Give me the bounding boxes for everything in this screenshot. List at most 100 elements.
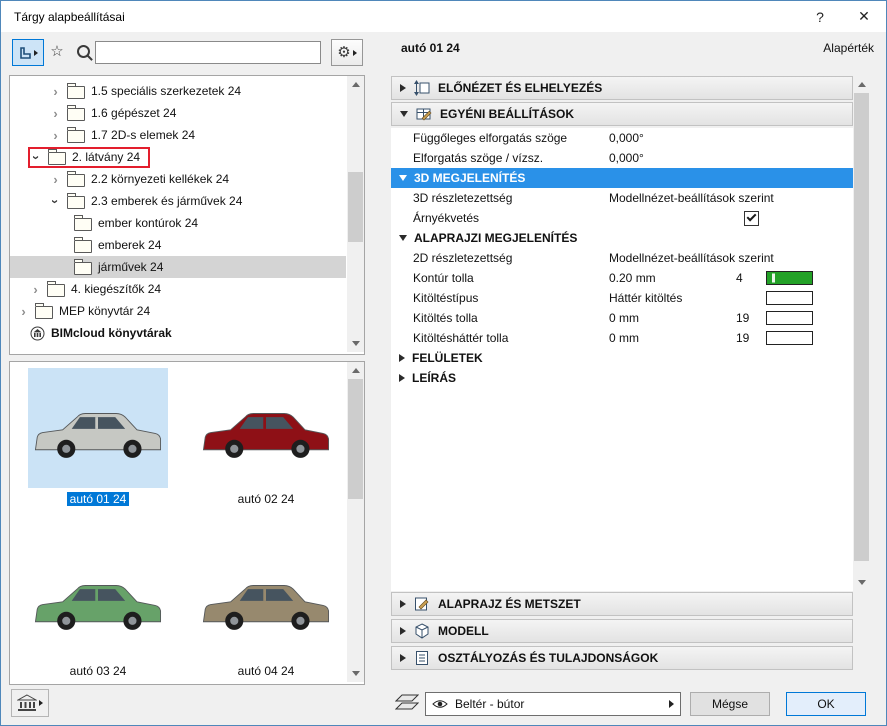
thumbnail-image[interactable] bbox=[28, 368, 168, 488]
param-row-fill-pen[interactable]: Kitöltés tolla 0 mm 19 bbox=[391, 308, 853, 328]
param-row-contour-pen[interactable]: Kontúr tolla 0.20 mm 4 bbox=[391, 268, 853, 288]
folder-view-button[interactable] bbox=[12, 39, 44, 66]
scroll-down-icon[interactable] bbox=[347, 665, 364, 682]
chevron-right-icon bbox=[400, 84, 406, 92]
thumbnail-auto-04[interactable]: autó 04 24 bbox=[196, 540, 336, 678]
tree-item[interactable]: › 1.5 speciális szerkezetek 24 bbox=[10, 80, 346, 102]
tree-item-label: 1.7 2D-s elemek 24 bbox=[91, 128, 195, 142]
tree-item-latvany[interactable]: › 2. látvány 24 bbox=[10, 146, 346, 168]
favorites-button[interactable]: ☆ bbox=[45, 39, 69, 64]
param-row[interactable]: 3D részletezettség Modellnézet-beállítás… bbox=[391, 188, 853, 208]
param-row[interactable]: 2D részletezettség Modellnézet-beállítás… bbox=[391, 248, 853, 268]
layer-selector[interactable]: Beltér - bútor bbox=[425, 692, 681, 716]
param-group-label: 3D MEGJELENÍTÉS bbox=[414, 171, 525, 185]
search-input[interactable] bbox=[95, 41, 321, 64]
tree-item[interactable]: emberek 24 bbox=[10, 234, 346, 256]
param-group-floorplan-display[interactable]: ALAPRAJZI MEGJELENÍTÉS bbox=[391, 228, 853, 248]
chevron-right-icon[interactable]: › bbox=[50, 128, 61, 143]
tree-item-selected[interactable]: járművek 24 bbox=[10, 256, 346, 278]
tree-item-bimcloud[interactable]: BIMcloud könyvtárak bbox=[10, 322, 346, 344]
param-group-label: ALAPRAJZI MEGJELENÍTÉS bbox=[414, 231, 577, 245]
thumbnail-label[interactable]: autó 03 24 bbox=[28, 664, 168, 678]
tree-scrollbar[interactable] bbox=[347, 76, 364, 352]
search-button[interactable] bbox=[72, 39, 94, 64]
chevron-down-icon[interactable]: › bbox=[29, 152, 44, 163]
tree-item-label: ember kontúrok 24 bbox=[98, 216, 198, 230]
chevron-right-icon bbox=[400, 627, 406, 635]
param-group-description[interactable]: LEÍRÁS bbox=[391, 368, 853, 388]
section-preview-placement[interactable]: ELŐNÉZET ÉS ELHELYEZÉS bbox=[391, 76, 853, 100]
default-settings-stamp-button[interactable] bbox=[11, 689, 49, 717]
section-custom-settings[interactable]: EGYÉNI BEÁLLÍTÁSOK bbox=[391, 102, 853, 126]
thumbnail-auto-03[interactable]: autó 03 24 bbox=[28, 540, 168, 678]
settings-button[interactable]: ⚙ bbox=[331, 39, 363, 66]
thumbnail-image[interactable] bbox=[196, 368, 336, 488]
library-thumbnails: autó 01 24 autó 02 24 bbox=[9, 361, 365, 685]
tree-item[interactable]: › 2.3 emberek és járművek 24 bbox=[10, 190, 346, 212]
thumbnail-label[interactable]: autó 04 24 bbox=[196, 664, 336, 678]
tree-item[interactable]: › MEP könyvtár 24 bbox=[10, 300, 346, 322]
thumbnail-auto-02[interactable]: autó 02 24 bbox=[196, 368, 336, 506]
tree-item-label: 1.5 speciális szerkezetek 24 bbox=[91, 84, 241, 98]
document-list-icon bbox=[414, 650, 430, 666]
thumbnail-image[interactable] bbox=[196, 540, 336, 660]
layer-name: Beltér - bútor bbox=[455, 697, 524, 711]
tree-item[interactable]: › 1.6 gépészet 24 bbox=[10, 102, 346, 124]
chevron-right-icon[interactable]: › bbox=[18, 304, 29, 319]
selected-object-name: autó 01 24 bbox=[401, 41, 460, 55]
folder-icon bbox=[47, 284, 65, 297]
param-row[interactable]: Elforgatás szöge / vízsz. 0,000° bbox=[391, 148, 853, 168]
dialog-title: Tárgy alapbeállításai bbox=[14, 10, 125, 24]
tree-item[interactable]: › 4. kiegészítők 24 bbox=[10, 278, 346, 300]
tree-item-label: járművek 24 bbox=[98, 260, 163, 274]
pen-color-swatch[interactable] bbox=[766, 271, 814, 285]
section-classification-properties[interactable]: OSZTÁLYOZÁS ÉS TULAJDONSÁGOK bbox=[391, 646, 853, 670]
chevron-right-icon[interactable]: › bbox=[50, 172, 61, 187]
chevron-down-icon[interactable]: › bbox=[48, 196, 63, 207]
section-model[interactable]: MODELL bbox=[391, 619, 853, 643]
default-value-label[interactable]: Alapérték bbox=[823, 41, 874, 55]
folder-icon bbox=[67, 86, 85, 99]
thumbnail-label[interactable]: autó 01 24 bbox=[28, 492, 168, 506]
scroll-up-icon[interactable] bbox=[347, 76, 364, 93]
scrollbar-thumb[interactable] bbox=[348, 379, 363, 499]
thumbnails-scrollbar[interactable] bbox=[347, 362, 364, 682]
param-row-fill-background-pen[interactable]: Kitöltésháttér tolla 0 mm 19 bbox=[391, 328, 853, 348]
scrollbar-thumb[interactable] bbox=[854, 93, 869, 561]
scrollbar-thumb[interactable] bbox=[348, 172, 363, 242]
param-group-3d-display[interactable]: 3D MEGJELENÍTÉS bbox=[391, 168, 853, 188]
folder-icon bbox=[67, 108, 85, 121]
tree-item[interactable]: › 1.7 2D-s elemek 24 bbox=[10, 124, 346, 146]
chevron-right-icon[interactable]: › bbox=[30, 282, 41, 297]
param-group-surfaces[interactable]: FELÜLETEK bbox=[391, 348, 853, 368]
custom-settings-icon bbox=[416, 106, 432, 122]
section-floorplan-and-section[interactable]: ALAPRAJZ ÉS METSZET bbox=[391, 592, 853, 616]
pen-color-swatch[interactable] bbox=[766, 311, 814, 325]
fill-swatch[interactable] bbox=[766, 291, 814, 305]
thumbnail-auto-01[interactable]: autó 01 24 bbox=[28, 368, 168, 506]
ok-button[interactable]: OK bbox=[786, 692, 866, 716]
folder-icon bbox=[74, 240, 92, 253]
close-button[interactable]: ✕ bbox=[842, 1, 886, 32]
help-button[interactable]: ? bbox=[798, 1, 842, 32]
chevron-right-icon[interactable]: › bbox=[50, 84, 61, 99]
settings-scrollbar[interactable] bbox=[853, 76, 870, 591]
thumbnail-image[interactable] bbox=[28, 540, 168, 660]
scroll-down-icon[interactable] bbox=[853, 574, 870, 591]
chevron-right-icon[interactable]: › bbox=[50, 106, 61, 121]
param-row-fill-type[interactable]: Kitöltéstípus Háttér kitöltés bbox=[391, 288, 853, 308]
param-row[interactable]: Függőleges elforgatás szöge 0,000° bbox=[391, 128, 853, 148]
tree-item-label: 2.3 emberek és járművek 24 bbox=[91, 194, 242, 208]
tree-item[interactable]: › 2.2 környezeti kellékek 24 bbox=[10, 168, 346, 190]
tree-item-label: 2. látvány 24 bbox=[72, 150, 140, 164]
scroll-up-icon[interactable] bbox=[347, 362, 364, 379]
scroll-down-icon[interactable] bbox=[347, 335, 364, 352]
param-row-shadow-casting[interactable]: Árnyékvetés bbox=[391, 208, 853, 228]
tree-item-label: BIMcloud könyvtárak bbox=[51, 326, 172, 340]
pen-color-swatch[interactable] bbox=[766, 331, 814, 345]
thumbnail-label[interactable]: autó 02 24 bbox=[196, 492, 336, 506]
tree-item[interactable]: ember kontúrok 24 bbox=[10, 212, 346, 234]
cancel-button[interactable]: Mégse bbox=[690, 692, 770, 716]
checkbox-checked[interactable] bbox=[744, 211, 759, 226]
scroll-up-icon[interactable] bbox=[853, 76, 870, 93]
